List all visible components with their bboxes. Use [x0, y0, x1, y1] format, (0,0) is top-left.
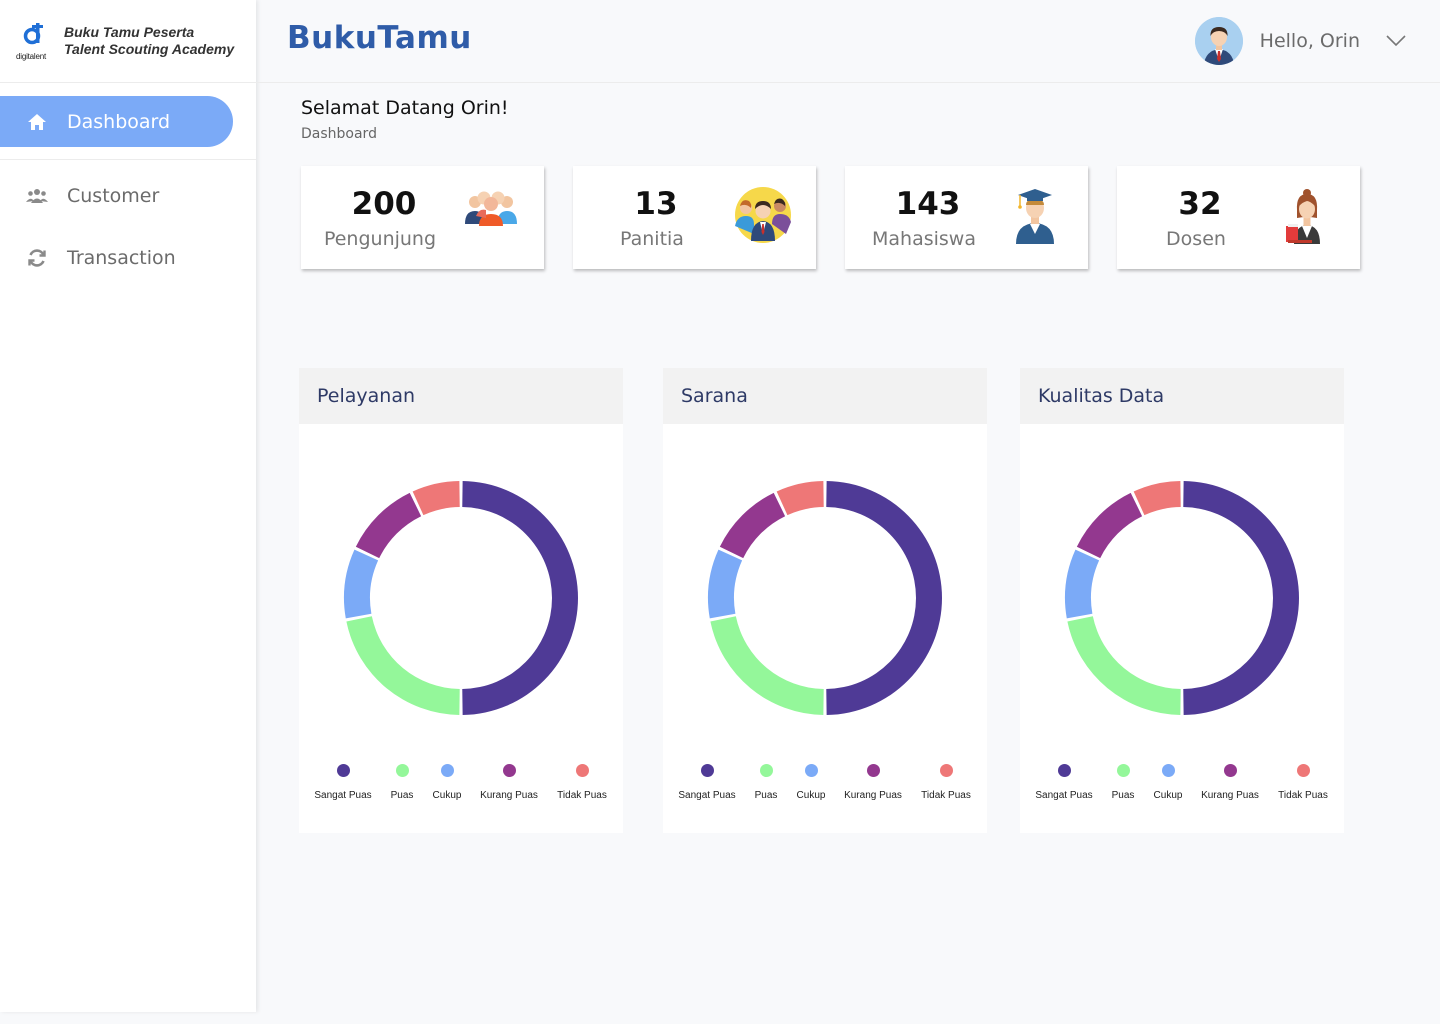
- avatar[interactable]: [1194, 17, 1243, 65]
- topbar: BukuTamu Hello, Orin: [256, 0, 1440, 83]
- legend-label: Kurang Puas: [480, 790, 538, 801]
- sidebar-item-customer[interactable]: Customer: [0, 170, 256, 222]
- legend-item-tidak-puas[interactable]: Tidak Puas: [906, 764, 986, 801]
- legend-dot: [502, 764, 516, 777]
- legend-item-tidak-puas[interactable]: Tidak Puas: [1263, 764, 1343, 801]
- donut-slice-tidak-puas: [412, 481, 460, 516]
- donut-slice-tidak-puas: [1133, 481, 1181, 516]
- home-icon: [26, 111, 48, 133]
- user-menu[interactable]: Hello, Orin: [1194, 17, 1406, 65]
- donut-chart: [708, 481, 943, 715]
- panel-title: Kualitas Data: [1020, 368, 1344, 424]
- legend-label: Kurang Puas: [844, 790, 902, 801]
- committee-icon: [734, 186, 792, 244]
- stat-card-panitia: 13 Panitia: [573, 166, 816, 269]
- stat-label: Panitia: [620, 228, 684, 250]
- breadcrumb: Dashboard: [301, 126, 377, 142]
- legend-label: Kurang Puas: [1201, 790, 1259, 801]
- digitalent-logo: digitalent: [16, 21, 58, 61]
- sidebar-item-dashboard[interactable]: Dashboard: [0, 96, 233, 147]
- donut-slice-cukup: [344, 549, 379, 619]
- sidebar-item-transaction[interactable]: Transaction: [0, 232, 256, 284]
- donut-slice-cukup: [1065, 549, 1100, 619]
- legend-label: Tidak Puas: [921, 790, 971, 801]
- donut-slice-puas: [346, 616, 460, 715]
- legend-item-kurang-puas[interactable]: Kurang Puas: [833, 764, 913, 801]
- legend-dot: [1161, 764, 1175, 777]
- stat-value: 200: [351, 186, 417, 222]
- legend-dot: [1296, 764, 1310, 777]
- graduate-student-icon: [1006, 186, 1064, 244]
- chart-legend: Sangat Puas Puas Cukup Kurang Puas Tidak Pua…: [1020, 764, 1344, 804]
- sync-icon: [26, 247, 48, 269]
- page-title: Selamat Datang Orin!: [301, 97, 509, 119]
- chart-panel-pelayanan: Pelayanan Sangat Puas Puas Cukup Kurang Pua…: [299, 368, 623, 833]
- stat-card-mahasiswa: 143 Mahasiswa: [845, 166, 1088, 269]
- brand-line-2: Talent Scouting Academy: [64, 41, 235, 57]
- chart-legend: Sangat Puas Puas Cukup Kurang Puas Tidak Pua…: [299, 764, 623, 804]
- legend-label: Tidak Puas: [557, 790, 607, 801]
- brand: digitalent Buku Tamu Peserta Talent Scou…: [0, 0, 256, 83]
- stat-label: Pengunjung: [323, 228, 437, 250]
- stat-label: Mahasiswa: [872, 228, 976, 250]
- sidebar: digitalent Buku Tamu Peserta Talent Scou…: [0, 0, 256, 1012]
- group-people-icon: [462, 186, 520, 244]
- brand-line-1: Buku Tamu Peserta: [64, 24, 195, 40]
- sidebar-nav: Dashboard Customer Transaction: [0, 83, 256, 284]
- users-icon: [26, 185, 48, 207]
- donut-slice-sangat-puas: [1183, 481, 1300, 715]
- app-title: BukuTamu: [287, 20, 472, 56]
- stat-value: 13: [634, 186, 678, 222]
- legend-dot: [336, 764, 350, 777]
- stat-label: Dosen: [1166, 228, 1226, 250]
- stat-card-dosen: 32 Dosen: [1117, 166, 1360, 269]
- legend-dot: [1057, 764, 1071, 777]
- panel-title: Sarana: [663, 368, 987, 424]
- donut-slice-cukup: [708, 549, 743, 619]
- legend-item-tidak-puas[interactable]: Tidak Puas: [542, 764, 622, 801]
- legend-dot: [939, 764, 953, 777]
- sidebar-item-label: Transaction: [67, 247, 176, 269]
- donut-slice-tidak-puas: [776, 481, 824, 516]
- user-greeting: Hello, Orin: [1259, 30, 1360, 52]
- legend-dot: [700, 764, 714, 777]
- divider: [0, 159, 256, 160]
- legend-item-kurang-puas[interactable]: Kurang Puas: [469, 764, 549, 801]
- donut-slice-puas: [1067, 616, 1181, 715]
- chart-panel-kualitas-data: Kualitas Data Sangat Puas Puas Cukup Kurang…: [1020, 368, 1344, 833]
- stat-value: 143: [895, 186, 961, 222]
- lecturer-icon: [1278, 186, 1336, 244]
- donut-slice-kurang-puas: [719, 492, 786, 559]
- panel-title: Pelayanan: [299, 368, 623, 424]
- sidebar-item-label: Dashboard: [67, 110, 171, 133]
- legend-dot: [575, 764, 589, 777]
- donut-slice-puas: [710, 616, 824, 715]
- donut-chart: [1065, 481, 1300, 715]
- legend-dot: [804, 764, 818, 777]
- legend-dot: [866, 764, 880, 777]
- stat-value: 32: [1178, 186, 1222, 222]
- donut-slice-sangat-puas: [826, 481, 943, 715]
- chart-panel-sarana: Sarana Sangat Puas Puas Cukup Kurang Puas Ti…: [663, 368, 987, 833]
- chart-legend: Sangat Puas Puas Cukup Kurang Puas Tidak Pua…: [663, 764, 987, 804]
- legend-dot: [1223, 764, 1237, 777]
- stat-card-pengunjung: 200 Pengunjung: [301, 166, 544, 269]
- donut-slice-kurang-puas: [1076, 492, 1143, 559]
- legend-label: Tidak Puas: [1278, 790, 1328, 801]
- legend-item-kurang-puas[interactable]: Kurang Puas: [1190, 764, 1270, 801]
- donut-chart: [344, 481, 579, 715]
- chevron-down-icon[interactable]: [1386, 32, 1406, 51]
- donut-slice-sangat-puas: [462, 481, 579, 715]
- sidebar-item-label: Customer: [67, 185, 160, 207]
- donut-slice-kurang-puas: [355, 492, 422, 559]
- legend-dot: [440, 764, 454, 777]
